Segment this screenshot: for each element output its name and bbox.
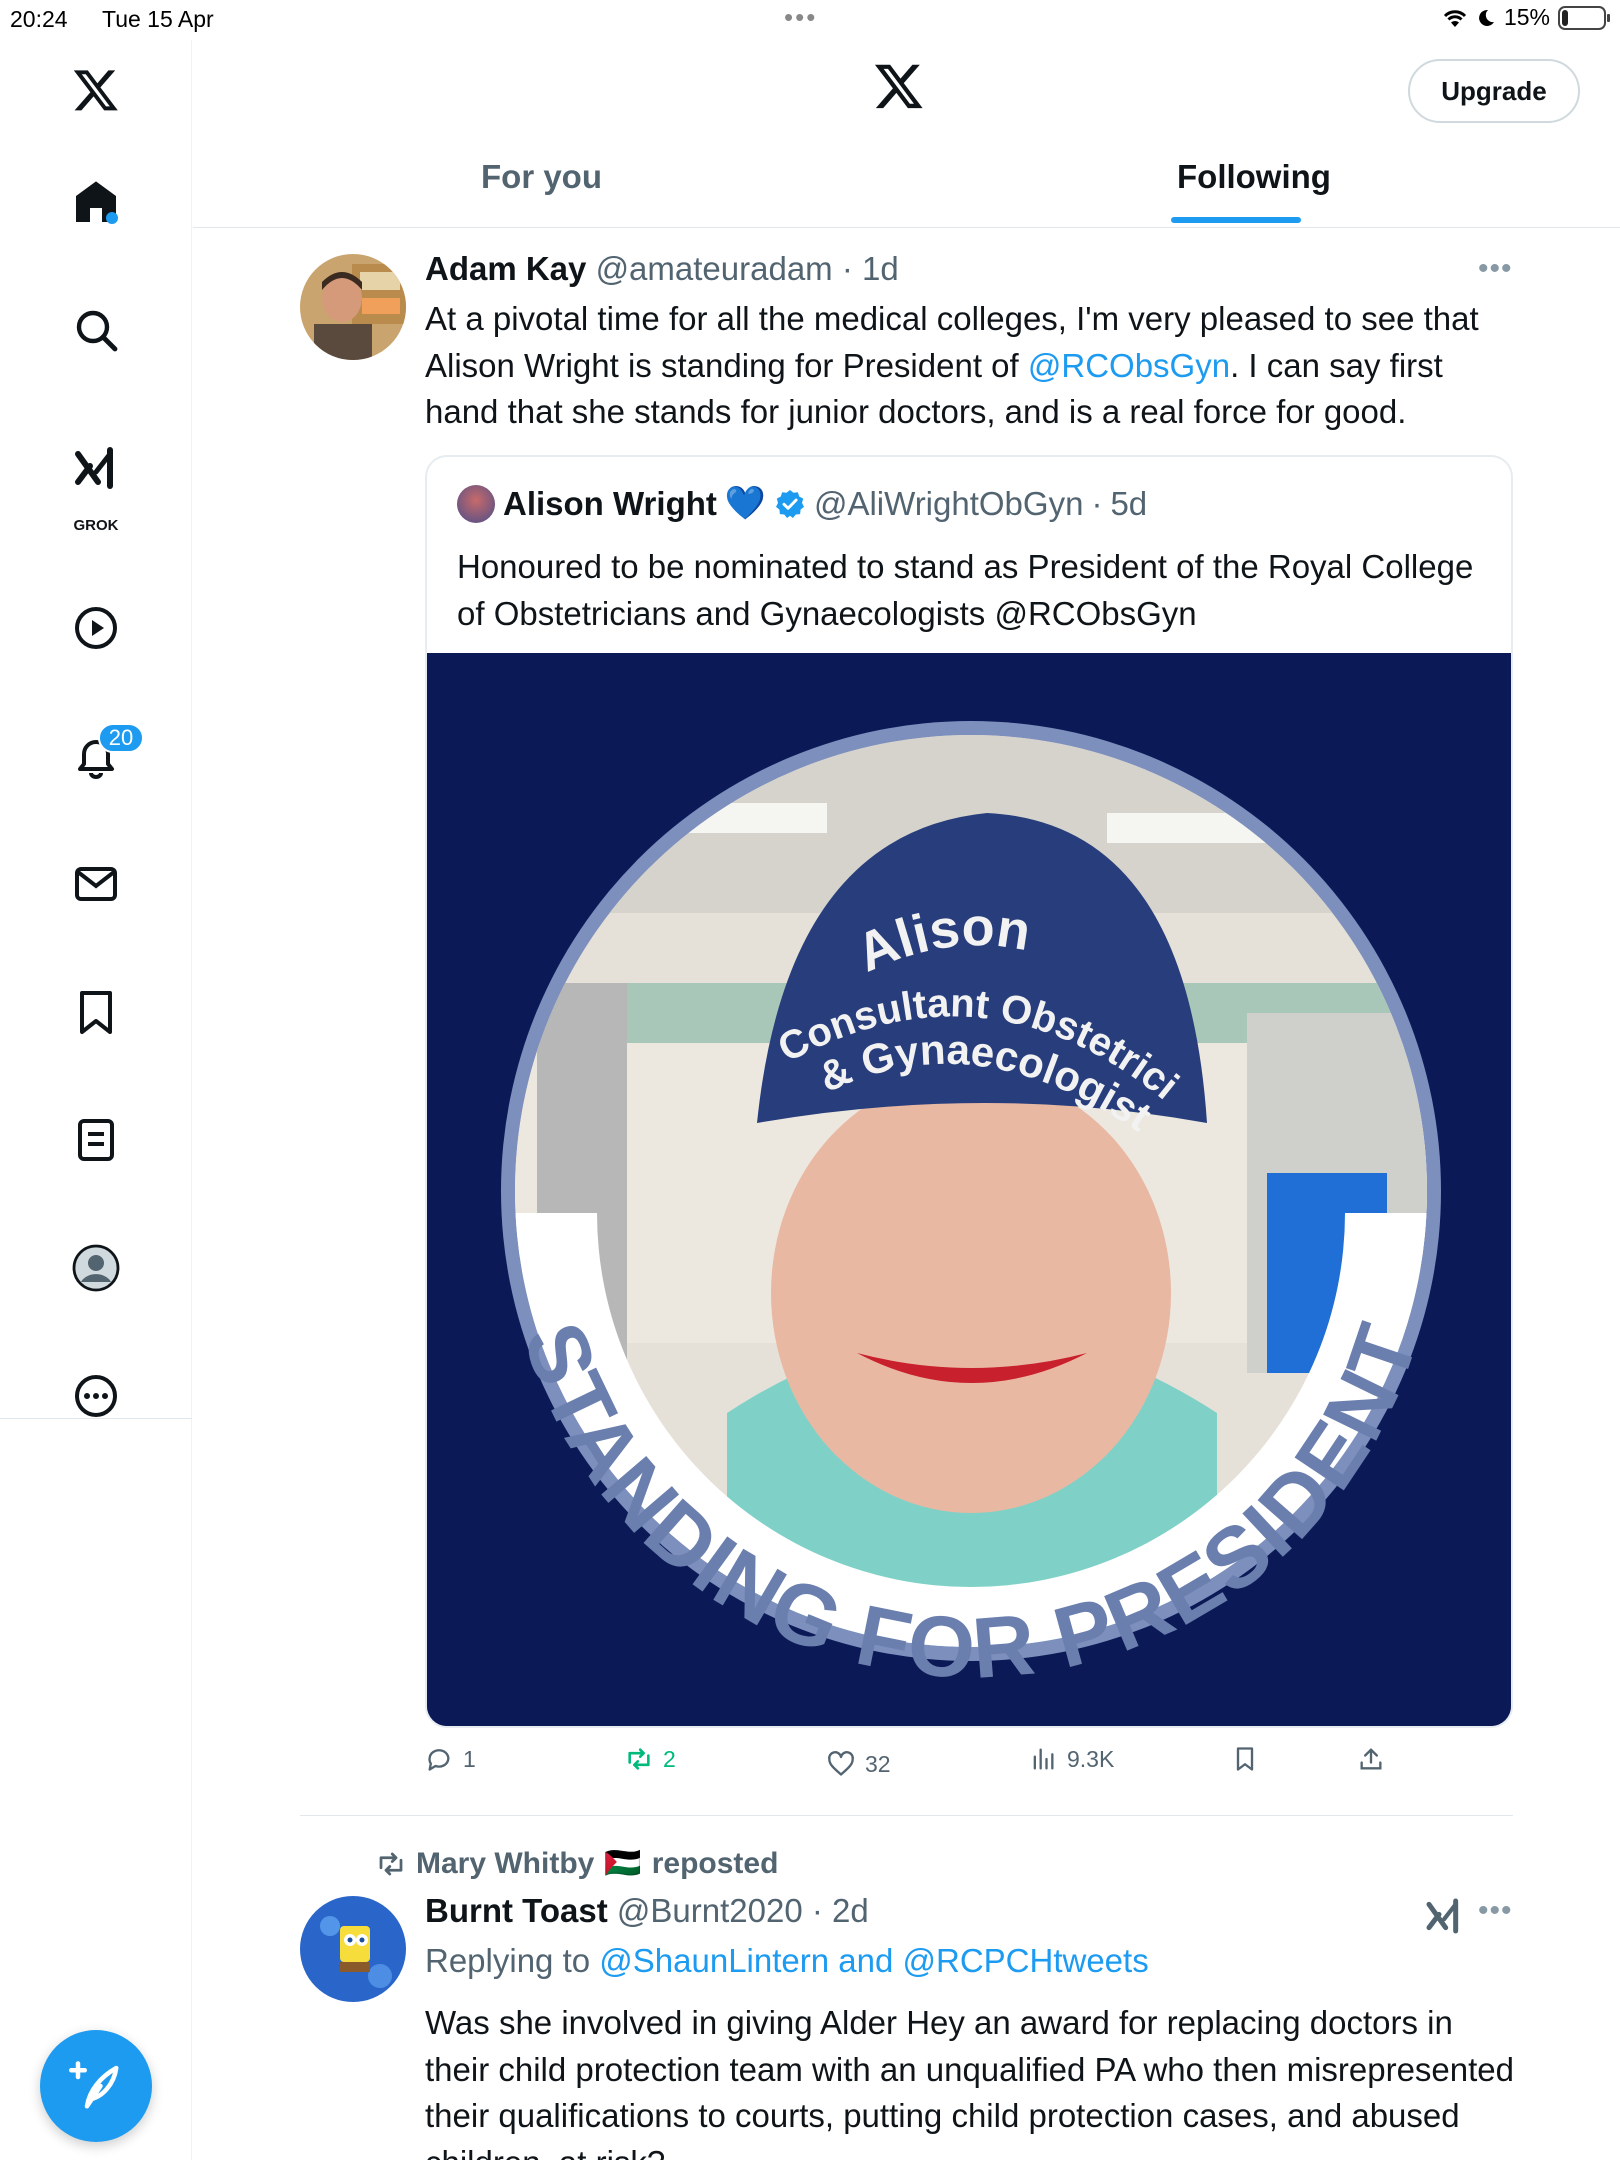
x-logo-icon[interactable]: [70, 64, 122, 116]
reposter-flag: 🇵🇸: [604, 1847, 642, 1880]
status-bar: 20:24 Tue 15 Apr ••• 15%: [0, 0, 1620, 40]
sidebar: GROK 20: [0, 40, 192, 2160]
tweet-text: Was she involved in giving Alder Hey an …: [425, 2004, 1515, 2160]
moon-icon: [1479, 9, 1494, 26]
sidebar-divider: [0, 1418, 192, 1419]
quote-author-name[interactable]: Alison Wright: [503, 485, 717, 523]
reply-button[interactable]: 1: [425, 1745, 476, 1773]
author-name[interactable]: Adam Kay: [425, 250, 586, 287]
profile-avatar-icon[interactable]: [70, 1242, 122, 1294]
like-button[interactable]: 32: [827, 1750, 891, 1778]
reply-icon: [428, 1749, 450, 1771]
tweet-divider: [300, 1815, 1513, 1816]
grok-label: GROK: [73, 517, 119, 534]
battery-level: [1562, 9, 1568, 26]
share-icon: [1360, 1748, 1382, 1770]
reposted-label: reposted: [651, 1846, 779, 1880]
grok-explain-icon[interactable]: [1424, 1896, 1464, 1941]
bookmark-icon: [1236, 1747, 1254, 1771]
more-icon[interactable]: •••: [1478, 252, 1513, 286]
tweet-header: Burnt Toast @Burnt2020 · 2d: [425, 1892, 869, 1929]
replying-to-prefix: Replying to: [425, 1942, 600, 1979]
search-icon[interactable]: [70, 304, 122, 356]
author-name[interactable]: Burnt Toast: [425, 1892, 608, 1929]
views-chart-icon: [1033, 1748, 1054, 1770]
quote-header: Alison Wright 💙 @AliWrightObGyn · 5d: [457, 484, 1147, 523]
lists-icon[interactable]: [70, 1114, 122, 1166]
repost-button[interactable]: 2: [625, 1745, 676, 1773]
multitasking-dots-icon[interactable]: •••: [784, 2, 817, 33]
reposter-name[interactable]: Mary Whitby: [416, 1847, 594, 1881]
x-header-logo-icon[interactable]: [873, 60, 925, 117]
share-button[interactable]: [1357, 1745, 1385, 1773]
avatar[interactable]: [300, 254, 406, 360]
more-options-icon[interactable]: [70, 1370, 122, 1422]
battery-percent: 15%: [1503, 4, 1550, 30]
status-time: 20:24: [10, 6, 68, 32]
grok-icon[interactable]: [70, 442, 122, 494]
quote-author-handle[interactable]: @AliWrightObGyn: [814, 485, 1083, 523]
quote-text: Honoured to be nominated to stand as Pre…: [457, 548, 1474, 632]
replying-to-link[interactable]: @ShaunLintern and @RCPCHtweets: [599, 1942, 1148, 1979]
wifi-icon: [1443, 9, 1467, 27]
author-handle[interactable]: @Burnt2020: [617, 1892, 803, 1929]
compose-post-button[interactable]: [40, 2030, 152, 2142]
video-play-icon[interactable]: [70, 602, 122, 654]
repost-count: 2: [663, 1745, 676, 1772]
upgrade-button[interactable]: Upgrade: [1408, 59, 1580, 123]
more-icon[interactable]: •••: [1478, 1894, 1513, 1928]
heart-icon: [828, 1751, 854, 1776]
verified-badge-icon: [775, 489, 804, 518]
feather-plus-icon: [69, 2061, 119, 2109]
active-tab-indicator: [1171, 217, 1301, 223]
bookmarks-icon[interactable]: [70, 986, 122, 1038]
quote-image[interactable]: Alison Consultant Obstetrician & Gynaeco…: [427, 653, 1511, 1726]
reply-count: 1: [463, 1745, 476, 1772]
author-handle[interactable]: @amateuradam: [596, 250, 833, 287]
like-count: 32: [865, 1750, 891, 1777]
status-right: 15%: [1442, 4, 1610, 31]
replying-to: Replying to @ShaunLintern and @RCPCHtwee…: [425, 1942, 1149, 1980]
views-button[interactable]: 9.3K: [1029, 1745, 1114, 1773]
status-date: Tue 15 Apr: [102, 6, 214, 32]
home-unread-dot: [106, 212, 118, 224]
quote-time[interactable]: 5d: [1110, 485, 1147, 523]
blue-heart-emoji: 💙: [724, 484, 766, 521]
timeline-header: Upgrade For you Following: [193, 40, 1620, 228]
mention-link[interactable]: @RCObsGyn: [1028, 347, 1230, 384]
repost-context: Mary Whitby 🇵🇸 reposted: [376, 1846, 778, 1881]
tab-following[interactable]: Following: [1177, 158, 1331, 196]
tweet-time[interactable]: 1d: [862, 250, 899, 287]
tweet-time[interactable]: 2d: [832, 1892, 869, 1929]
quoted-tweet[interactable]: Alison Wright 💙 @AliWrightObGyn · 5d Honou…: [425, 455, 1513, 1728]
repost-icon: [628, 1748, 650, 1770]
repost-icon: [379, 1852, 403, 1875]
tab-for-you[interactable]: For you: [481, 158, 602, 196]
messages-envelope-icon[interactable]: [70, 858, 122, 910]
views-count: 9.3K: [1067, 1745, 1115, 1772]
avatar[interactable]: [300, 1896, 406, 2002]
battery-icon: [1558, 5, 1610, 30]
tweet-actions: 1 2 32 9.3K: [425, 1745, 1425, 1785]
tweet-text: At a pivotal time for all the medical co…: [425, 296, 1520, 436]
notifications-badge: 20: [98, 723, 144, 753]
bookmark-button[interactable]: [1231, 1745, 1259, 1773]
tweet-header: Adam Kay @amateuradam · 1d: [425, 250, 899, 287]
quote-avatar[interactable]: [457, 484, 495, 523]
